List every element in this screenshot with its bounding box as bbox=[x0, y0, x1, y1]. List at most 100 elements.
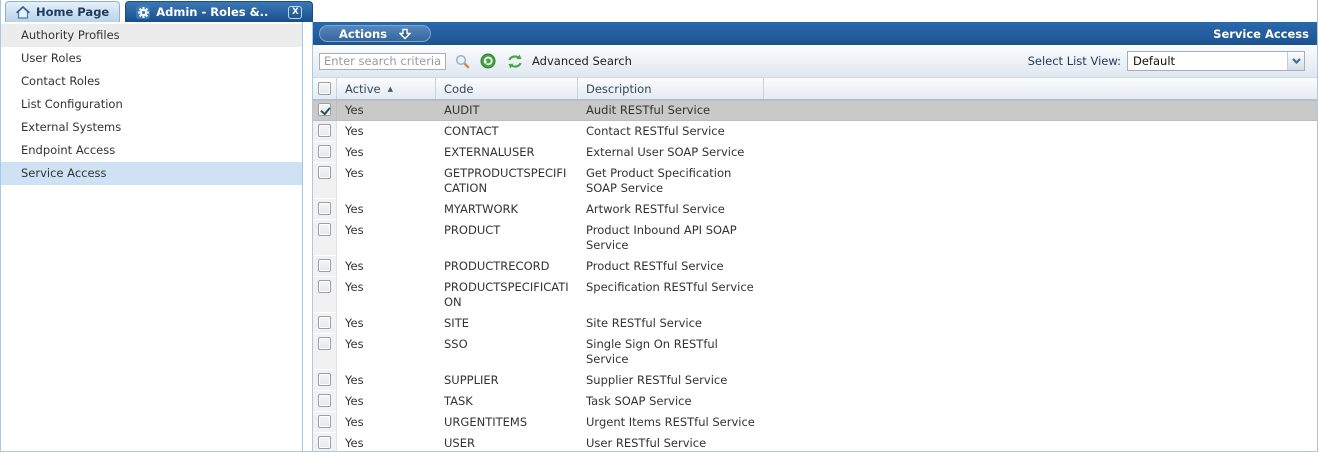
main-panel: Actions Service Access bbox=[312, 22, 1317, 451]
row-checkbox[interactable] bbox=[318, 145, 331, 158]
row-checkbox[interactable] bbox=[318, 202, 331, 215]
table-row[interactable]: Yes USER User RESTful Service bbox=[313, 433, 1317, 451]
cell-code: URGENTITEMS bbox=[436, 412, 578, 433]
tab-admin-roles[interactable]: Admin - Roles &.. X bbox=[125, 1, 313, 22]
table-row[interactable]: Yes MYARTWORK Artwork RESTful Service bbox=[313, 199, 1317, 220]
row-checkbox-cell bbox=[313, 256, 337, 277]
cell-description: External User SOAP Service bbox=[578, 142, 764, 163]
cell-code: SSO bbox=[436, 334, 578, 370]
cell-filler bbox=[764, 370, 1317, 391]
row-checkbox-cell bbox=[313, 313, 337, 334]
column-header-code[interactable]: Code bbox=[436, 78, 578, 99]
row-checkbox-cell bbox=[313, 100, 337, 121]
cell-filler bbox=[764, 256, 1317, 277]
tab-home-page[interactable]: Home Page bbox=[5, 1, 120, 22]
chevron-down-icon[interactable] bbox=[1287, 52, 1304, 70]
row-checkbox[interactable] bbox=[318, 373, 331, 386]
row-checkbox[interactable] bbox=[318, 166, 331, 179]
cell-filler bbox=[764, 433, 1317, 451]
refresh-icon[interactable] bbox=[480, 53, 496, 69]
cell-code: TASK bbox=[436, 391, 578, 412]
cell-description: Audit RESTful Service bbox=[578, 100, 764, 121]
cell-active: Yes bbox=[337, 412, 436, 433]
cell-filler bbox=[764, 220, 1317, 256]
actions-button-label: Actions bbox=[339, 27, 387, 41]
actions-button[interactable]: Actions bbox=[319, 25, 431, 42]
cell-code: AUDIT bbox=[436, 100, 578, 121]
row-checkbox[interactable] bbox=[318, 124, 331, 137]
search-icon[interactable] bbox=[454, 53, 470, 69]
sidebar-item-contact-roles[interactable]: Contact Roles bbox=[1, 70, 302, 93]
row-checkbox-cell bbox=[313, 199, 337, 220]
sidebar-item-service-access[interactable]: Service Access bbox=[1, 162, 302, 185]
row-checkbox[interactable] bbox=[318, 415, 331, 428]
cell-code: EXTERNALUSER bbox=[436, 142, 578, 163]
gear-icon bbox=[136, 5, 150, 19]
row-checkbox[interactable] bbox=[318, 223, 331, 236]
cell-active: Yes bbox=[337, 313, 436, 334]
table-row[interactable]: Yes PRODUCTRECORD Product RESTful Servic… bbox=[313, 256, 1317, 277]
cell-description: Site RESTful Service bbox=[578, 313, 764, 334]
row-checkbox[interactable] bbox=[318, 103, 331, 116]
table-row[interactable]: Yes PRODUCTSPECIFICATION Specification R… bbox=[313, 277, 1317, 313]
row-checkbox[interactable] bbox=[318, 259, 331, 272]
column-header-description[interactable]: Description bbox=[578, 78, 764, 99]
column-header-active[interactable]: Active ▲ bbox=[337, 78, 436, 99]
cell-code: PRODUCTRECORD bbox=[436, 256, 578, 277]
cell-active: Yes bbox=[337, 121, 436, 142]
cell-code: GETPRODUCTSPECIFICATION bbox=[436, 163, 578, 199]
table-row[interactable]: Yes SSO Single Sign On RESTful Service bbox=[313, 334, 1317, 370]
sidebar-item-external-systems[interactable]: External Systems bbox=[1, 116, 302, 139]
advanced-search-link[interactable]: Advanced Search bbox=[532, 54, 632, 68]
cell-active: Yes bbox=[337, 370, 436, 391]
table-row[interactable]: Yes AUDIT Audit RESTful Service bbox=[313, 100, 1317, 121]
sync-icon[interactable] bbox=[506, 54, 524, 69]
column-header-filler bbox=[764, 78, 1317, 99]
table-row[interactable]: Yes EXTERNALUSER External User SOAP Serv… bbox=[313, 142, 1317, 163]
table-row[interactable]: Yes SITE Site RESTful Service bbox=[313, 313, 1317, 334]
sidebar-item-list-configuration[interactable]: List Configuration bbox=[1, 93, 302, 116]
cell-active: Yes bbox=[337, 100, 436, 121]
list-view-dropdown[interactable]: Default bbox=[1127, 51, 1305, 71]
service-access-table: Active ▲ Code Description Yes AUDIT Audi… bbox=[313, 78, 1317, 451]
table-row[interactable]: Yes PRODUCT Product Inbound API SOAP Ser… bbox=[313, 220, 1317, 256]
cell-description: User RESTful Service bbox=[578, 433, 764, 451]
sidebar-item-user-roles[interactable]: User Roles bbox=[1, 47, 302, 70]
select-all-checkbox[interactable] bbox=[318, 82, 331, 95]
table-row[interactable]: Yes SUPPLIER Supplier RESTful Service bbox=[313, 370, 1317, 391]
sidebar-item-authority-profiles[interactable]: Authority Profiles bbox=[1, 24, 302, 47]
list-view-label: Select List View: bbox=[1028, 54, 1121, 68]
tab-bar: Home Page Admin - Roles &.. X bbox=[1, 0, 1317, 22]
home-icon bbox=[16, 6, 30, 19]
cell-description: Supplier RESTful Service bbox=[578, 370, 764, 391]
cell-filler bbox=[764, 121, 1317, 142]
cell-code: SUPPLIER bbox=[436, 370, 578, 391]
cell-description: Get Product Specification SOAP Service bbox=[578, 163, 764, 199]
cell-filler bbox=[764, 142, 1317, 163]
search-input[interactable] bbox=[319, 53, 446, 70]
list-view-value: Default bbox=[1128, 54, 1287, 68]
cell-active: Yes bbox=[337, 391, 436, 412]
table-row[interactable]: Yes TASK Task SOAP Service bbox=[313, 391, 1317, 412]
sidebar-main-divider bbox=[303, 22, 312, 451]
table-header-row: Active ▲ Code Description bbox=[313, 78, 1317, 100]
close-icon[interactable]: X bbox=[288, 6, 302, 19]
row-checkbox[interactable] bbox=[318, 436, 331, 449]
table-row[interactable]: Yes GETPRODUCTSPECIFICATION Get Product … bbox=[313, 163, 1317, 199]
row-checkbox[interactable] bbox=[318, 337, 331, 350]
header-checkbox-cell bbox=[313, 78, 337, 99]
cell-code: SITE bbox=[436, 313, 578, 334]
cell-active: Yes bbox=[337, 433, 436, 451]
row-checkbox[interactable] bbox=[318, 280, 331, 293]
sidebar-menu: Authority ProfilesUser RolesContact Role… bbox=[1, 22, 303, 451]
row-checkbox[interactable] bbox=[318, 316, 331, 329]
cell-filler bbox=[764, 277, 1317, 313]
table-row[interactable]: Yes URGENTITEMS Urgent Items RESTful Ser… bbox=[313, 412, 1317, 433]
row-checkbox-cell bbox=[313, 163, 337, 199]
row-checkbox[interactable] bbox=[318, 394, 331, 407]
cell-filler bbox=[764, 313, 1317, 334]
sidebar-item-endpoint-access[interactable]: Endpoint Access bbox=[1, 139, 302, 162]
table-row[interactable]: Yes CONTACT Contact RESTful Service bbox=[313, 121, 1317, 142]
row-checkbox-cell bbox=[313, 142, 337, 163]
cell-active: Yes bbox=[337, 256, 436, 277]
